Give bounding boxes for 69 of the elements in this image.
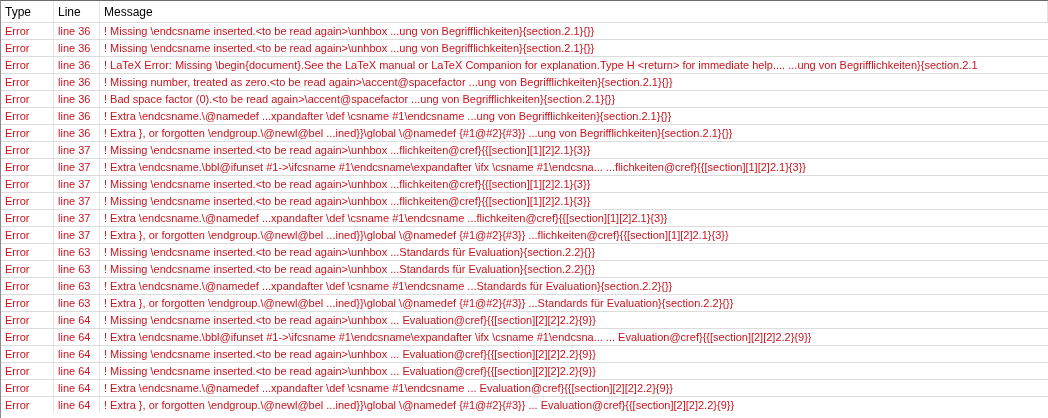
line-cell: line 37	[54, 209, 100, 226]
type-cell: Error	[1, 260, 54, 277]
message-cell: ! Extra \endcsname.\@namedef ...xpandafter \def \csname #1\endcsname ... Evaluation@cref}{{[section][2][2]2.2}{9}}	[100, 379, 1048, 396]
line-cell: line 64	[54, 362, 100, 379]
line-cell: line 63	[54, 294, 100, 311]
type-cell: Error	[1, 345, 54, 362]
message-cell: ! Missing \endcsname inserted.<to be read again>\unhbox ... Evaluation@cref}{{[section][2][2]2.2}{9}}	[100, 345, 1048, 362]
type-cell: Error	[1, 328, 54, 345]
message-cell: ! LaTeX Error: Missing \begin{document}.See the LaTeX manual or LaTeX Companion for explanation.Type H <return> for immediate help.... ...ung von Begrifflichkeiten}{section.2.1	[100, 56, 1048, 73]
line-cell: line 36	[54, 107, 100, 124]
type-cell: Error	[1, 22, 54, 39]
line-cell: line 36	[54, 22, 100, 39]
line-cell: line 37	[54, 226, 100, 243]
message-cell: ! Missing \endcsname inserted.<to be read again>\unhbox ...flichkeiten@cref}{{[section][1][2]2.1}{3}}	[100, 175, 1048, 192]
type-cell: Error	[1, 158, 54, 175]
type-cell: Error	[1, 277, 54, 294]
type-cell: Error	[1, 124, 54, 141]
line-cell: line 36	[54, 73, 100, 90]
message-cell: ! Extra }, or forgotten \endgroup.\@newl@bel ...ined}}\global \@namedef {#1@#2}{#3}} ...Standards für Evaluation}{section.2.2}{}}	[100, 294, 1048, 311]
line-cell: line 63	[54, 243, 100, 260]
type-cell: Error	[1, 90, 54, 107]
type-cell: Error	[1, 294, 54, 311]
line-cell: line 36	[54, 39, 100, 56]
message-cell: ! Extra }, or forgotten \endgroup.\@newl@bel ...ined}}\global \@namedef {#1@#2}{#3}} ... Evaluation@cref}{{[section][2][2]2.2}{9}}	[100, 396, 1048, 413]
line-cell: line 63	[54, 277, 100, 294]
message-cell: ! Missing \endcsname inserted.<to be read again>\unhbox ...flichkeiten@cref}{{[section][1][2]2.1}{3}}	[100, 141, 1048, 158]
type-cell: Error	[1, 243, 54, 260]
message-cell: ! Missing \endcsname inserted.<to be read again>\unhbox ... Evaluation@cref}{{[section][2][2]2.2}{9}}	[100, 362, 1048, 379]
type-cell: Error	[1, 39, 54, 56]
message-cell: ! Extra \endcsname.\@namedef ...xpandafter \def \csname #1\endcsname ...Standards für Evaluation}{section.2.2}{}}	[100, 277, 1048, 294]
type-cell: Error	[1, 396, 54, 413]
type-cell: Error	[1, 311, 54, 328]
line-cell: line 36	[54, 90, 100, 107]
line-cell: line 64	[54, 345, 100, 362]
type-cell: Error	[1, 362, 54, 379]
message-cell: ! Extra \endcsname.\bbl@ifunset #1->\ifcsname #1\endcsname\expandafter \ifx \csname #1\endcsna... ...flichkeiten@cref}{{[section][1][2]2.1}{3}}	[100, 158, 1048, 175]
type-cell: Error	[1, 56, 54, 73]
message-cell: ! Missing \endcsname inserted.<to be read again>\unhbox ...flichkeiten@cref}{{[section][1][2]2.1}{3}}	[100, 192, 1048, 209]
type-cell: Error	[1, 192, 54, 209]
type-cell: Error	[1, 226, 54, 243]
message-cell: ! Missing \endcsname inserted.<to be read again>\unhbox ...Standards für Evaluation}{section.2.2}{}}	[100, 260, 1048, 277]
message-cell: ! Extra \endcsname.\@namedef ...xpandafter \def \csname #1\endcsname ...flichkeiten@cref}{{[section][1][2]2.1}{3}}	[100, 209, 1048, 226]
message-cell: ! Extra }, or forgotten \endgroup.\@newl@bel ...ined}}\global \@namedef {#1@#2}{#3}} ...ung von Begrifflichkeiten}{section.2.1}{}}	[100, 124, 1048, 141]
line-cell: line 36	[54, 124, 100, 141]
message-cell: ! Missing number, treated as zero.<to be read again>\accent@spacefactor ...ung von Begrifflichkeiten}{section.2.1}{}}	[100, 73, 1048, 90]
message-cell: ! Extra \endcsname.\bbl@ifunset #1->\ifcsname #1\endcsname\expandafter \ifx \csname #1\endcsna... ... Evaluation@cref}{{[section][2][2]2.2}{9}}	[100, 328, 1048, 345]
type-cell: Error	[1, 73, 54, 90]
type-cell: Error	[1, 379, 54, 396]
line-cell: line 37	[54, 175, 100, 192]
line-cell: line 64	[54, 396, 100, 413]
message-cell: ! Extra }, or forgotten \endgroup.\@newl@bel ...ined}}\global \@namedef {#1@#2}{#3}} ...flichkeiten@cref}{{[section][1][2]2.1}{3}}	[100, 226, 1048, 243]
line-cell: line 64	[54, 311, 100, 328]
message-cell: ! Missing \endcsname inserted.<to be read again>\unhbox ...ung von Begrifflichkeiten}{section.2.1}{}}	[100, 22, 1048, 39]
message-cell: ! Missing \endcsname inserted.<to be read again>\unhbox ...Standards für Evaluation}{section.2.2}{}}	[100, 243, 1048, 260]
message-cell: ! Missing \endcsname inserted.<to be read again>\unhbox ... Evaluation@cref}{{[section][2][2]2.2}{9}}	[100, 311, 1048, 328]
line-cell: line 37	[54, 192, 100, 209]
message-cell: ! Extra \endcsname.\@namedef ...xpandafter \def \csname #1\endcsname ...ung von Begrifflichkeiten}{section.2.1}{}}	[100, 107, 1048, 124]
type-cell: Error	[1, 141, 54, 158]
type-cell: Error	[1, 107, 54, 124]
line-cell: line 37	[54, 141, 100, 158]
line-cell: line 36	[54, 56, 100, 73]
message-cell: ! Bad space factor (0).<to be read again>\accent@spacefactor ...ung von Begrifflichkeiten}{section.2.1}{}}	[100, 90, 1048, 107]
line-cell: line 64	[54, 379, 100, 396]
line-cell: line 37	[54, 158, 100, 175]
line-cell: line 64	[54, 328, 100, 345]
line-cell: line 63	[54, 260, 100, 277]
message-cell: ! Missing \endcsname inserted.<to be read again>\unhbox ...ung von Begrifflichkeiten}{section.2.1}{}}	[100, 39, 1048, 56]
type-cell: Error	[1, 209, 54, 226]
type-cell: Error	[1, 175, 54, 192]
